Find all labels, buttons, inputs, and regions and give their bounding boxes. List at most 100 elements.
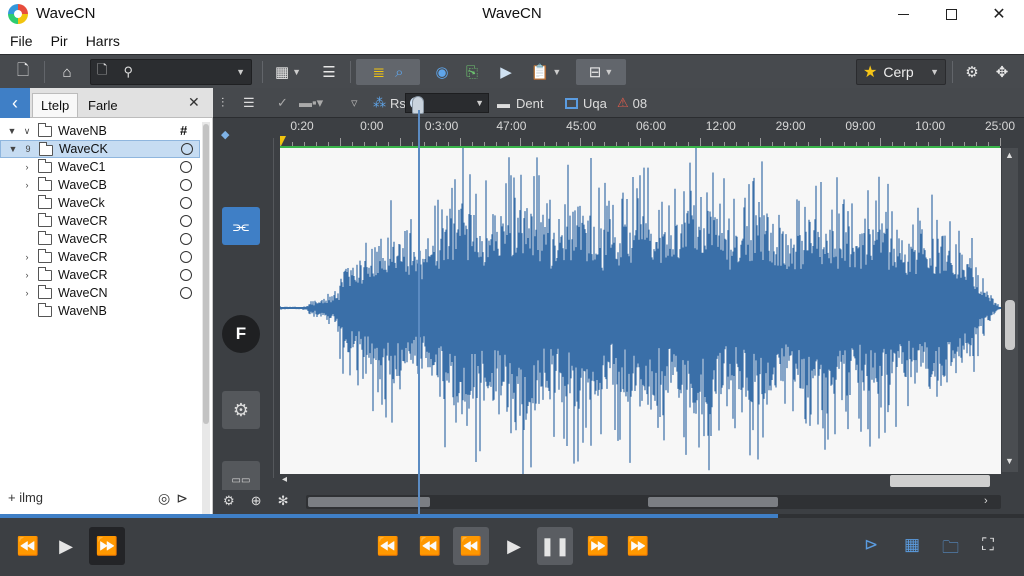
step-back-button[interactable]: ⏪ — [453, 527, 489, 565]
sync-button[interactable]: ◉ — [430, 59, 454, 85]
play-icon[interactable]: ⊳ — [176, 490, 194, 506]
rewind-button-center[interactable]: ⏪ — [412, 527, 448, 565]
collapse-arrow-icon[interactable]: › — [22, 288, 32, 298]
collapse-arrow-icon[interactable]: 9 — [23, 144, 33, 154]
play-button-center[interactable]: ▶ — [496, 527, 532, 565]
marker-button[interactable]: ⊳ — [864, 535, 878, 555]
skip-back-button[interactable]: ⏪ — [370, 527, 406, 565]
folder-icon — [38, 142, 53, 156]
view-toggle-group[interactable]: ≣ ⌕ — [356, 59, 420, 85]
tab-farle[interactable]: Farle — [80, 93, 126, 117]
folder-button[interactable]: 🗀 — [942, 535, 959, 564]
tree-item[interactable]: › WaveC1 — [0, 158, 200, 176]
scrollbar-thumb[interactable] — [1005, 300, 1015, 350]
tree-item[interactable]: WaveCk — [0, 194, 200, 212]
tree-item[interactable]: › WaveCN — [0, 284, 200, 302]
canvas-vertical-scrollbar[interactable]: ▲ ▼ — [1002, 148, 1018, 472]
list-view-button[interactable]: ☰ — [243, 93, 255, 113]
tree-item[interactable]: WaveCR — [0, 230, 200, 248]
collapse-arrow-icon[interactable]: › — [22, 162, 32, 172]
checkbox-toggle[interactable]: ✓ — [277, 93, 288, 113]
add-image-button[interactable]: + ilmg — [8, 490, 43, 505]
back-button[interactable]: ‹ — [0, 88, 30, 118]
counter-button[interactable]: ⚠ 08 — [617, 93, 647, 113]
scrollbar-thumb[interactable] — [648, 497, 778, 507]
bookmark-button[interactable]: ⌂ — [56, 59, 78, 85]
new-file-button[interactable]: 🗋 — [12, 59, 34, 85]
menu-harrs[interactable]: Harrs — [86, 33, 120, 49]
tree-item[interactable]: ▼ 9 WaveCK — [0, 140, 200, 158]
move-button[interactable]: ✥ — [990, 59, 1014, 85]
scrollbar-thumb[interactable] — [890, 475, 990, 487]
pause-button[interactable]: ❚❚ — [537, 527, 573, 565]
panel-scrollbar[interactable] — [202, 122, 210, 514]
uqa-toggle[interactable]: Uqa — [565, 93, 607, 113]
ruler-tick-label: 0:3:00 — [424, 119, 459, 133]
waveform-tool-button[interactable]: ⫘ — [222, 207, 260, 245]
fx-tool-button[interactable]: F — [222, 315, 260, 353]
collapse-arrow-icon[interactable]: › — [22, 180, 32, 190]
scroll-left-icon[interactable]: ◂ — [282, 474, 287, 485]
clipboard-dropdown-button[interactable]: 📋 ▼ — [524, 59, 568, 85]
expand-toggle-icon[interactable]: ▼ — [6, 126, 18, 136]
ruler-tick — [460, 138, 461, 146]
dent-label: Dent — [516, 95, 544, 111]
close-button[interactable]: ✕ — [976, 0, 1022, 28]
tree-item[interactable]: › WaveCR — [0, 248, 200, 266]
timeline-scrollbar[interactable]: › — [306, 495, 1001, 509]
snap-icon[interactable]: ✻ — [278, 493, 305, 508]
playhead[interactable] — [418, 110, 420, 514]
fast-forward-button-center[interactable]: ⏩ — [580, 527, 616, 565]
collapse-arrow-icon[interactable]: › — [22, 252, 32, 262]
ruler-tick-label: 09:00 — [845, 119, 876, 133]
fullscreen-button[interactable]: ⛶ — [982, 535, 994, 555]
scrollbar-thumb[interactable] — [203, 124, 209, 424]
rs-button[interactable]: ⁂ Rs — [373, 93, 406, 113]
grid-dropdown-button[interactable]: ▦ ▼ — [268, 59, 308, 85]
skip-forward-button[interactable]: ⏩ — [620, 527, 656, 565]
tree-item[interactable]: › WaveCB — [0, 176, 200, 194]
crop-dropdown-button[interactable]: ★ Cerp ▼ — [856, 59, 946, 85]
tree-item[interactable]: ▼ ∨ WaveNB # — [0, 122, 200, 140]
tree-item[interactable]: WaveCR — [0, 212, 200, 230]
tree-item[interactable]: › WaveCR — [0, 266, 200, 284]
panel-close-button[interactable]: ✕ — [188, 94, 200, 111]
ruler-tick — [820, 138, 821, 146]
settings-icon[interactable]: ⚙ — [223, 493, 251, 508]
collapse-arrow-icon[interactable]: › — [22, 270, 32, 280]
scroll-right-icon[interactable]: › — [984, 495, 988, 507]
effects-settings-button[interactable]: ⚙ — [222, 391, 260, 429]
grid-view-button[interactable]: ▦ — [904, 535, 920, 555]
list-button[interactable]: ☰ — [316, 59, 342, 85]
rewind-button[interactable]: ⏪ — [10, 527, 46, 565]
fast-forward-button[interactable]: ⏩ — [89, 527, 125, 565]
refresh-icon[interactable]: ◎ — [158, 490, 176, 506]
expand-toggle-icon[interactable]: ▼ — [7, 144, 19, 154]
menu-file[interactable]: File — [10, 33, 33, 49]
filter-button[interactable]: ▿ — [351, 93, 358, 113]
scrollbar-thumb[interactable] — [308, 497, 430, 507]
time-ruler[interactable]: 0:20 0:00 0:3:00 47:00 45:00 06:00 12:00 29:00 0… — [280, 118, 1024, 146]
scroll-up-icon[interactable]: ▲ — [1005, 150, 1014, 160]
play-button[interactable]: ▶ — [48, 527, 84, 565]
equalizer-button[interactable]: ⫶ — [221, 93, 224, 113]
waveform-canvas[interactable] — [280, 148, 1001, 489]
add-track-icon[interactable]: ⊕ — [251, 493, 278, 508]
minimize-button[interactable] — [880, 0, 926, 28]
collapse-arrow-icon[interactable]: ∨ — [22, 126, 32, 137]
tab-ltelp[interactable]: Ltelp — [32, 93, 79, 117]
ruler-tick-label: 25:00 — [984, 119, 1016, 133]
tree-item[interactable]: WaveNB — [0, 302, 200, 320]
grid-icon: ▦ — [904, 535, 921, 554]
dent-button[interactable]: ▬ Dent — [497, 93, 543, 113]
play-button[interactable]: ▶ — [494, 59, 518, 85]
file-dropdown[interactable]: 🗋 ⚲ ▼ — [90, 59, 252, 85]
scroll-down-icon[interactable]: ▼ — [1005, 456, 1014, 466]
fader-dropdown[interactable]: ▬▪▾ — [299, 93, 323, 113]
export-button[interactable]: ⎘ — [460, 59, 484, 85]
menu-pir[interactable]: Pir — [51, 33, 68, 49]
settings-button[interactable]: ⚙ — [960, 59, 984, 85]
maximize-button[interactable] — [928, 0, 974, 28]
canvas-horizontal-scrollbar[interactable]: ◂ — [280, 474, 1001, 490]
layout-dropdown-button[interactable]: ⊟ ▼ — [576, 59, 626, 85]
